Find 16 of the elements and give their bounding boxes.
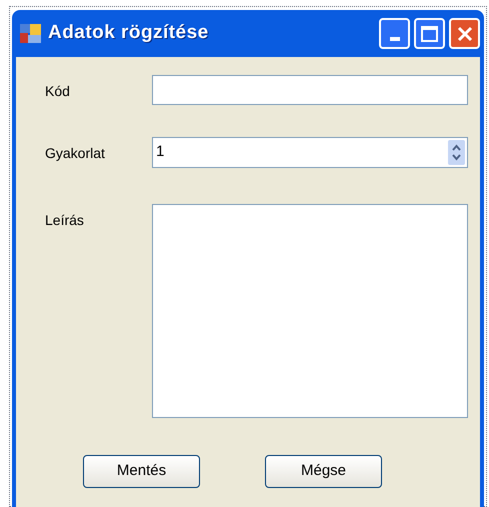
close-button[interactable]	[449, 18, 480, 49]
window-title: Adatok rögzítése	[48, 21, 210, 46]
maximize-button[interactable]	[414, 18, 445, 49]
input-field[interactable]	[152, 75, 468, 105]
field-label: Gyakorlat	[45, 144, 106, 163]
dialog-button[interactable]: Mentés	[83, 455, 200, 488]
dialog-button[interactable]: Mégse	[265, 455, 382, 488]
minimize-icon	[390, 37, 400, 41]
field-label: Leírás	[45, 211, 85, 230]
app-icon	[20, 24, 42, 44]
minimize-button[interactable]	[379, 18, 410, 49]
close-icon	[456, 26, 472, 42]
maximize-icon	[421, 26, 438, 42]
field-label: Kód	[45, 82, 71, 101]
number-spinner[interactable]: 1	[152, 137, 468, 168]
spin-arrows-icon[interactable]	[448, 140, 465, 165]
